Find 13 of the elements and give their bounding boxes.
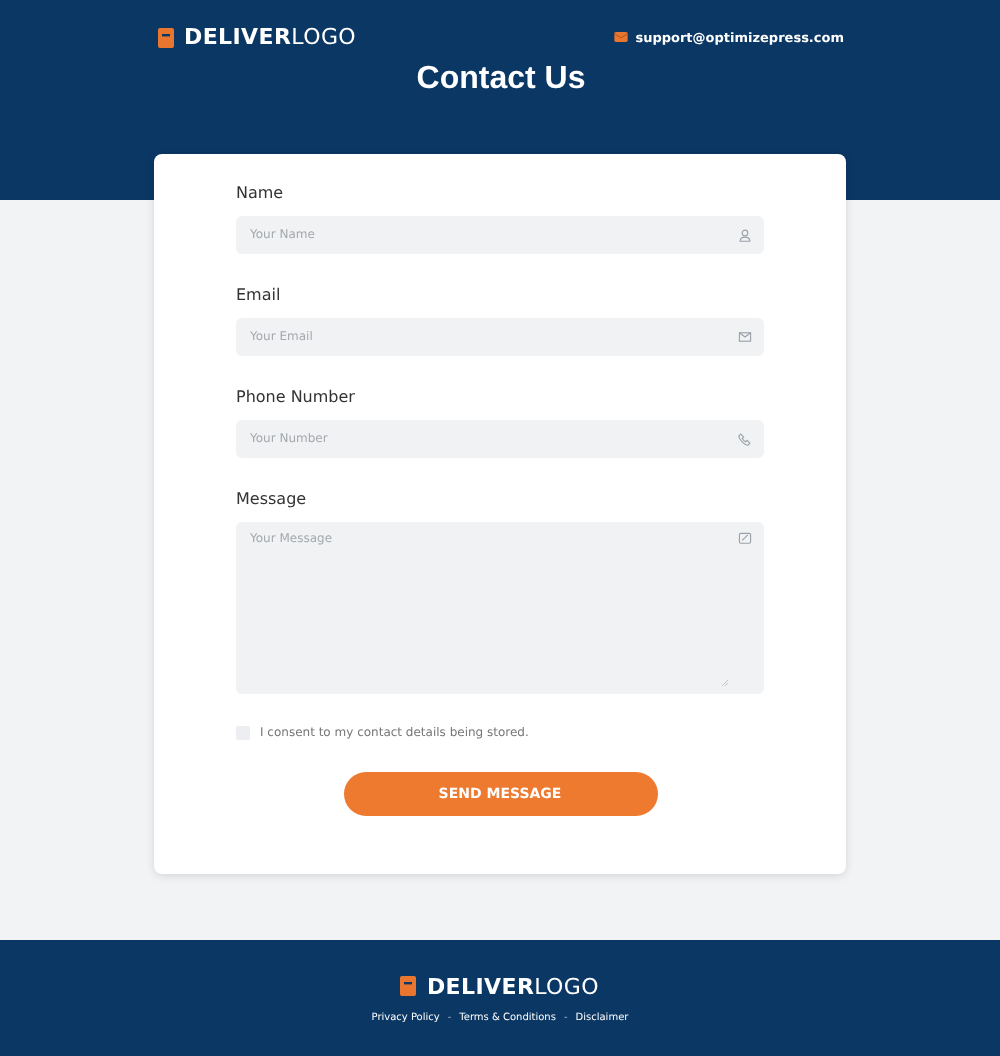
field-label: Message bbox=[236, 490, 309, 510]
page-title: Contact Us bbox=[414, 62, 588, 98]
envelope-icon bbox=[613, 32, 628, 42]
field-label: Name bbox=[236, 184, 286, 204]
logo-text: DELIVERLOGO bbox=[184, 24, 357, 50]
edit-icon bbox=[738, 532, 752, 546]
resize-grip-icon[interactable] bbox=[722, 680, 728, 686]
field-label: Phone Number bbox=[236, 388, 357, 408]
phone-icon bbox=[738, 432, 752, 446]
person-icon bbox=[738, 228, 752, 242]
field-label: Email bbox=[236, 286, 283, 306]
envelope-icon bbox=[738, 330, 752, 344]
logo-text: DELIVERLOGO bbox=[426, 973, 600, 999]
